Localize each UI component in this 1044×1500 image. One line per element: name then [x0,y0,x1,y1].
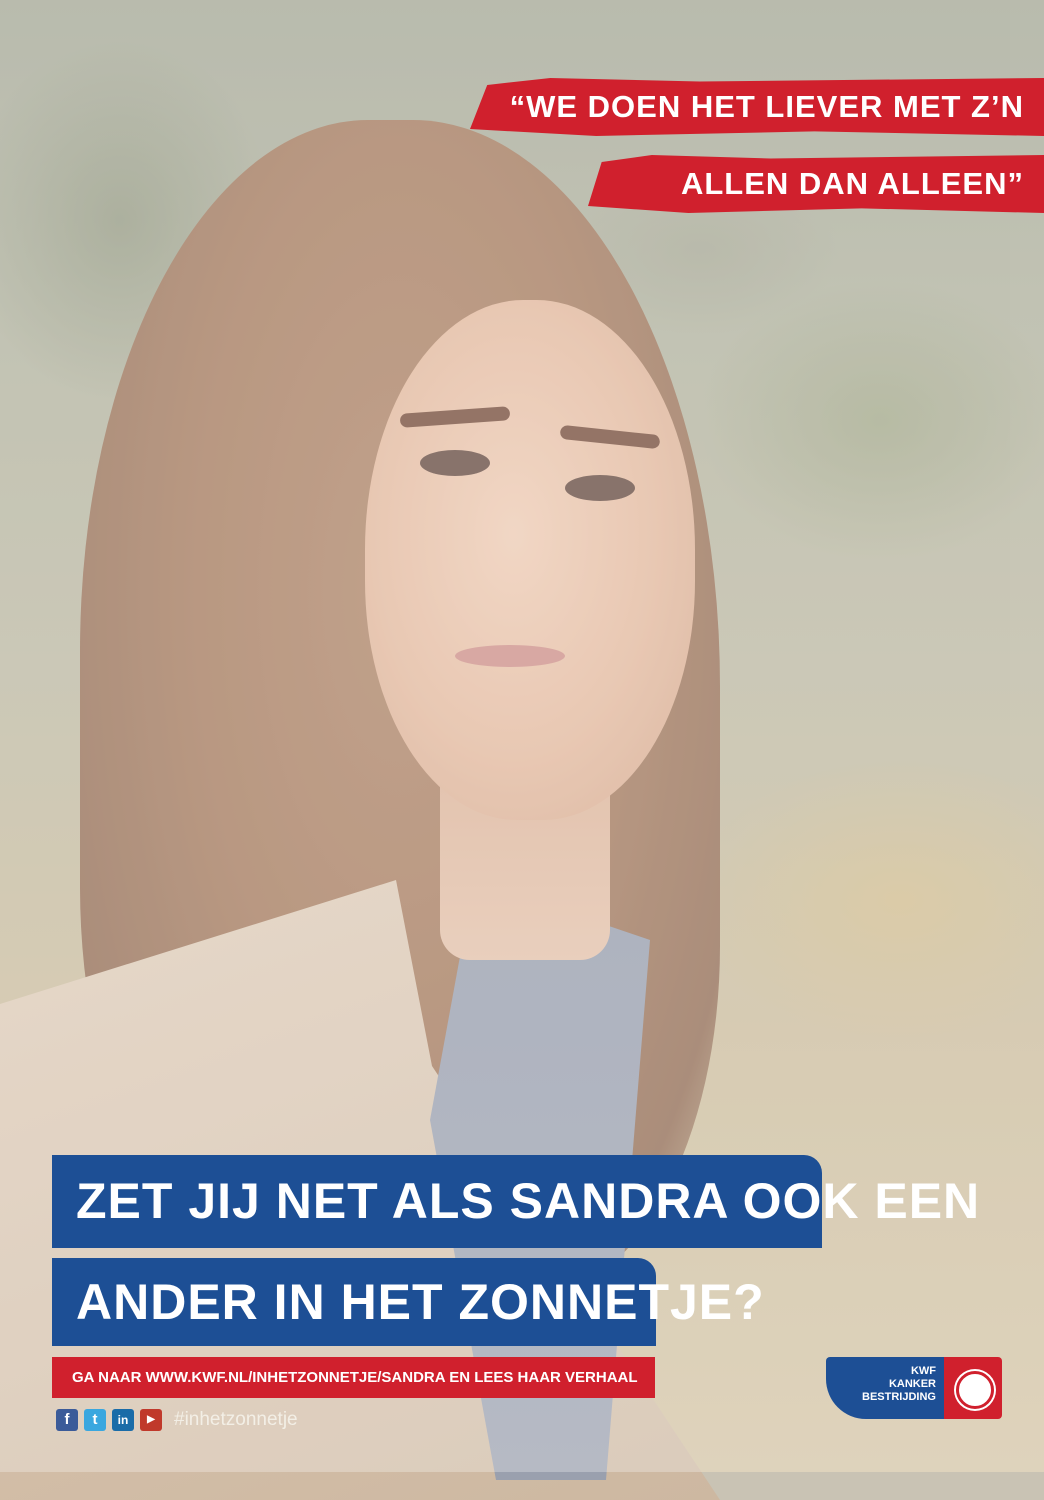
logo-line-bestrijding: BESTRIJDING [862,1391,936,1403]
light-overlay [0,0,1044,1472]
social-row: f t in ▶ #inhetzonnetje [56,1407,298,1433]
twitter-icon[interactable]: t [84,1409,106,1431]
linkedin-icon[interactable]: in [112,1409,134,1431]
kwf-logo: KWF KANKER BESTRIJDING [826,1357,1002,1419]
logo-line-kanker: KANKER [888,1378,936,1390]
youtube-icon[interactable]: ▶ [140,1409,162,1431]
logo-line-kwf: KWF [910,1365,936,1377]
hashtag: #inhetzonnetje [174,1409,298,1430]
quote-line-2: allen dan alleen” [588,155,1044,213]
facebook-icon[interactable]: f [56,1409,78,1431]
portrait-photo [0,0,1044,1500]
crab-emblem-icon [956,1371,994,1409]
headline-line-2: ander in het zonnetje? [52,1258,764,1346]
headline-line-1: Zet jij net als Sandra ook een [52,1155,979,1248]
kwf-logo-mark [944,1357,1002,1419]
cta-banner[interactable]: GA NAAR WWW.KWF.NL/INHETZONNETJE/SANDRA … [52,1357,655,1398]
kwf-logo-text: KWF KANKER BESTRIJDING [826,1357,944,1419]
quote-line-1: “We doen het liever met z’n [470,78,1044,136]
